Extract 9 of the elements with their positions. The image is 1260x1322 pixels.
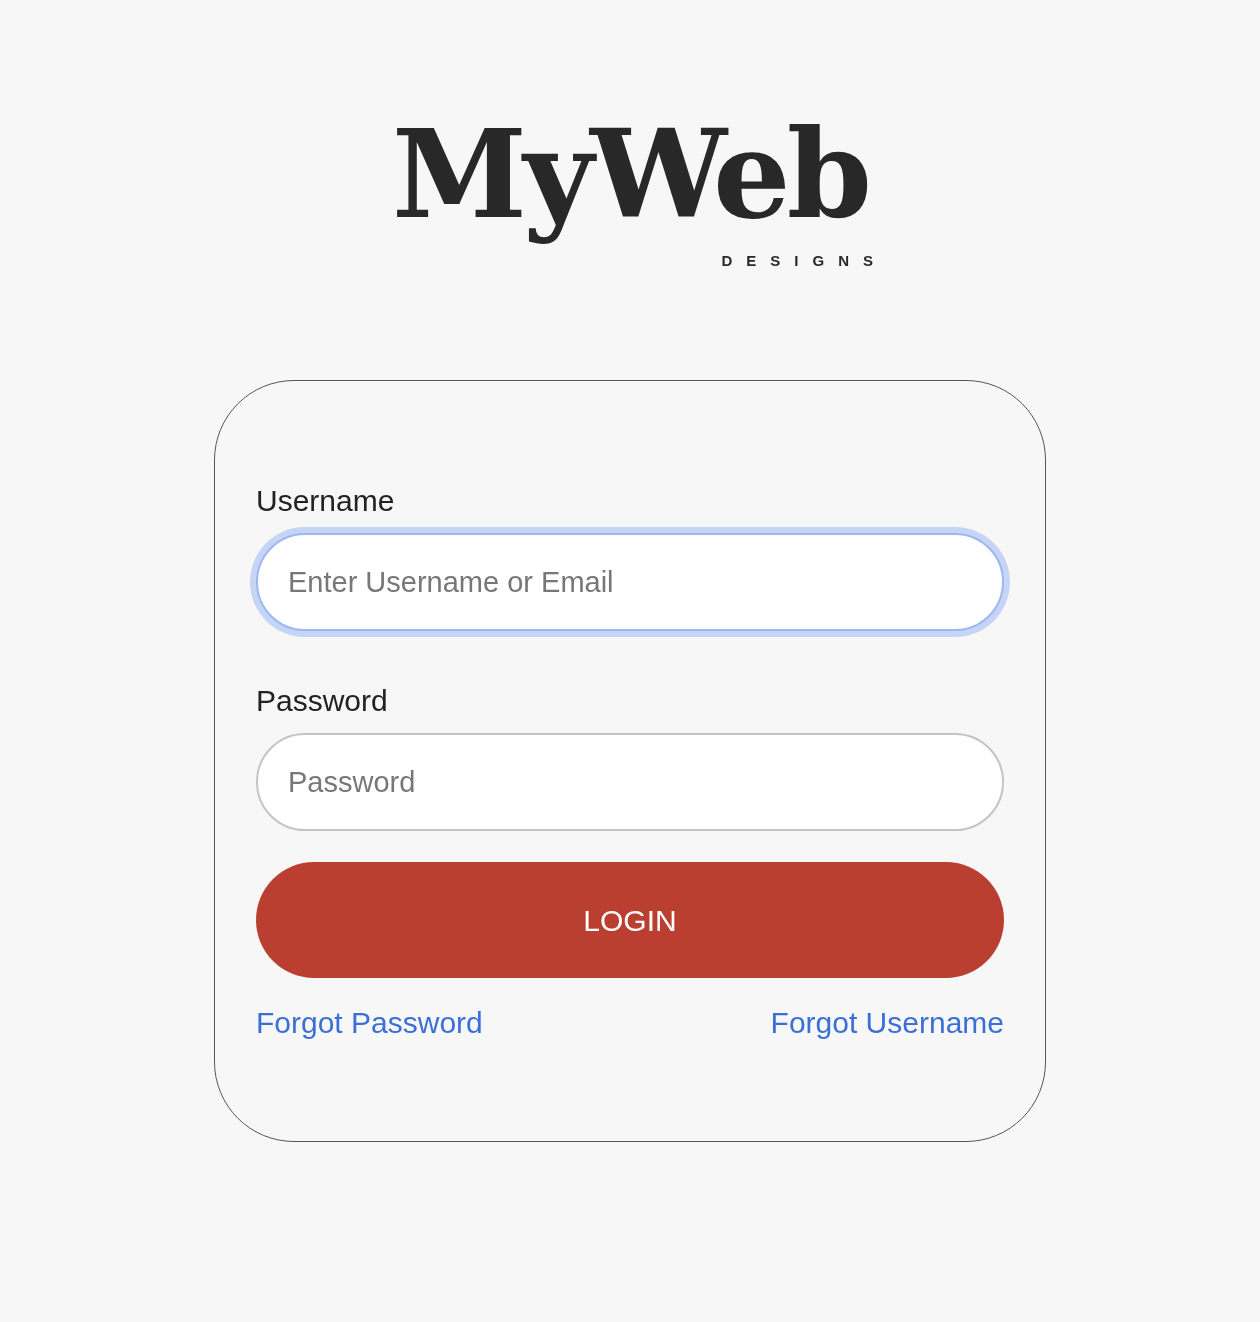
forgot-link[interactable]: Forgot Username bbox=[770, 1000, 1004, 1045]
text-field[interactable]: Enter Username or Email bbox=[256, 533, 1004, 631]
text-field[interactable]: Password bbox=[256, 733, 1004, 831]
logo-subtitle: DESIGNS bbox=[721, 252, 887, 270]
forgot-link[interactable]: Forgot Password bbox=[256, 1000, 483, 1045]
login-button[interactable]: LOGIN bbox=[256, 862, 1004, 978]
field-label: Username bbox=[256, 483, 396, 519]
field-label: Password bbox=[256, 683, 389, 719]
logo-title: MyWeb bbox=[392, 101, 868, 248]
